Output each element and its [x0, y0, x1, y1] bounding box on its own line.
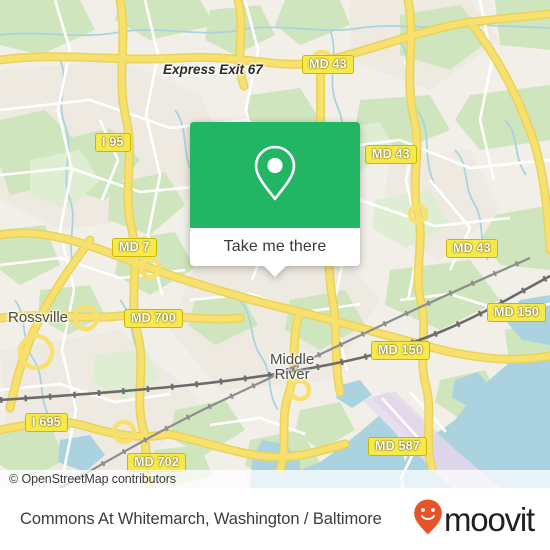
footer-bar: Commons At Whitemarch, Washington / Balt… [0, 488, 550, 550]
road-shield-md150-center[interactable]: MD 150 [371, 341, 430, 360]
road-shield-md587[interactable]: MD 587 [368, 437, 427, 456]
moovit-wordmark: moovit [444, 500, 535, 538]
road-shield-md43-upper-right[interactable]: MD 43 [365, 145, 417, 164]
road-shield-i95[interactable]: I 95 [95, 133, 131, 152]
road-shield-md43-top[interactable]: MD 43 [302, 55, 354, 74]
place-label-middle-river: Middle River [270, 352, 314, 383]
place-label-rossville: Rossville [8, 309, 69, 326]
popup-pin-panel [190, 122, 360, 228]
location-popup-card[interactable]: Take me there [190, 122, 360, 277]
take-me-there-button[interactable]: Take me there [224, 238, 327, 256]
map-attribution-bar: © OpenStreetMap contributors [0, 470, 550, 488]
map-pin-icon [250, 142, 300, 209]
place-label-middle-river-line1: Middle [270, 351, 315, 368]
road-shield-i695[interactable]: I 695 [25, 413, 68, 432]
popup-action-bar[interactable]: Take me there [190, 228, 360, 277]
road-shield-md700[interactable]: MD 700 [124, 309, 183, 328]
road-shield-md150-right[interactable]: MD 150 [487, 303, 546, 322]
map-screenshot-root: MD 43 I 95 MD 43 MD 7 MD 43 MD 700 MD 15… [0, 0, 550, 550]
road-shield-md7[interactable]: MD 7 [112, 238, 157, 257]
popup-pointer-tail [264, 266, 286, 277]
location-title: Commons At Whitemarch, Washington / Balt… [20, 509, 382, 528]
road-shield-md43-right[interactable]: MD 43 [446, 239, 498, 258]
moovit-smiley-pin-icon [413, 498, 443, 541]
moovit-brand-logo[interactable]: moovit [413, 498, 550, 541]
map-attribution-text[interactable]: © OpenStreetMap contributors [0, 472, 176, 486]
place-label-middle-river-line2: River [274, 366, 310, 384]
annotation-express-exit-67: Express Exit 67 [163, 62, 263, 77]
